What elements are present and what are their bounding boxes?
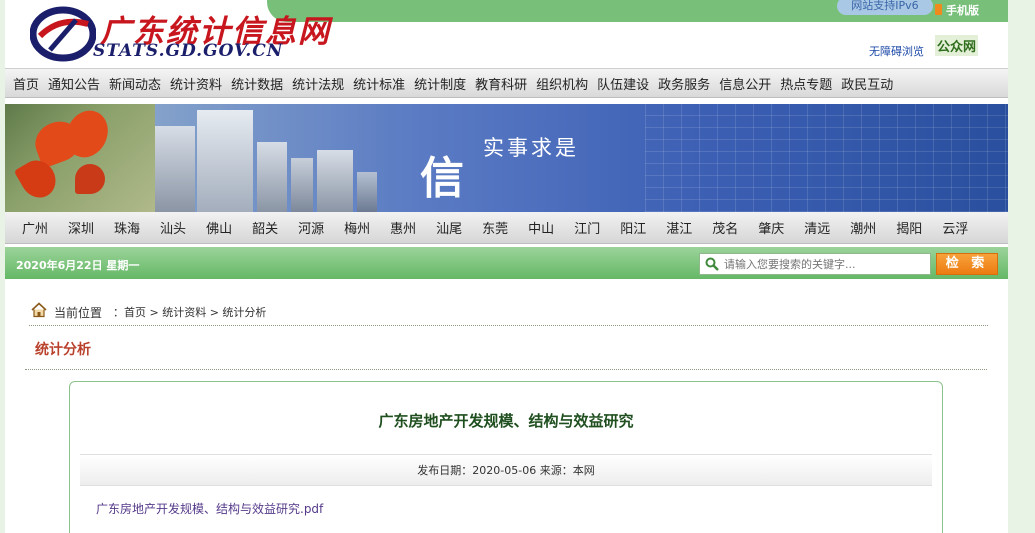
- nav-item[interactable]: 统计资料: [170, 74, 222, 93]
- nav-item[interactable]: 统计标准: [353, 74, 405, 93]
- city-link[interactable]: 广州: [22, 218, 48, 237]
- nav-item[interactable]: 首页: [13, 74, 39, 93]
- date-search-bar: 2020年6月22日 星期一 检 索: [5, 247, 1008, 279]
- home-icon: [31, 302, 47, 318]
- search-input[interactable]: [724, 256, 924, 272]
- nav-item[interactable]: 教育科研: [475, 74, 527, 93]
- nav-item[interactable]: 统计数据: [231, 74, 283, 93]
- nav-item[interactable]: 队伍建设: [597, 74, 649, 93]
- divider: [25, 369, 987, 370]
- city-link[interactable]: 清远: [804, 218, 830, 237]
- nav-item[interactable]: 新闻动态: [109, 74, 161, 93]
- city-link[interactable]: 云浮: [942, 218, 968, 237]
- breadcrumb-prefix: 当前位置: [54, 306, 103, 320]
- nav-item[interactable]: 通知公告: [48, 74, 100, 93]
- banner-character: 信: [420, 153, 464, 204]
- building-image: [257, 142, 287, 212]
- page: 广东统计信息网 STATS.GD.GOV.CN 网站支持IPv6 手机版 无障碍…: [5, 0, 1008, 533]
- nav-item[interactable]: 统计法规: [292, 74, 344, 93]
- city-nav: 广州 深圳 珠海 汕头 佛山 韶关 河源 梅州 惠州 汕尾 东莞 中山 江门 阳…: [5, 212, 1008, 244]
- city-link[interactable]: 阳江: [620, 218, 646, 237]
- city-link[interactable]: 湛江: [666, 218, 692, 237]
- kapok-flower-image: [5, 104, 155, 212]
- logo-text-en[interactable]: STATS.GD.GOV.CN: [93, 41, 283, 61]
- city-link[interactable]: 河源: [298, 218, 324, 237]
- city-link[interactable]: 深圳: [68, 218, 94, 237]
- city-link[interactable]: 潮州: [850, 218, 876, 237]
- city-link[interactable]: 梅州: [344, 218, 370, 237]
- phone-icon: [935, 4, 942, 15]
- city-link[interactable]: 肇庆: [758, 218, 784, 237]
- banner: 信 实事求是: [5, 104, 1008, 212]
- city-link[interactable]: 茂名: [712, 218, 738, 237]
- search-icon: [705, 257, 719, 271]
- building-image: [155, 126, 195, 212]
- section-title: 统计分析: [35, 342, 91, 358]
- city-link[interactable]: 韶关: [252, 218, 278, 237]
- breadcrumb-path[interactable]: ：首页 > 统计资料 > 统计分析: [113, 304, 266, 320]
- article-title: 广东房地产开发规模、结构与效益研究: [378, 412, 634, 430]
- nav-item[interactable]: 政民互动: [841, 74, 893, 93]
- building-image: [291, 158, 313, 212]
- building-image: [197, 110, 253, 212]
- nav-item[interactable]: 政务服务: [658, 74, 710, 93]
- city-link[interactable]: 汕头: [160, 218, 186, 237]
- building-image: [357, 172, 377, 212]
- accessibility-link[interactable]: 无障碍浏览: [869, 43, 924, 59]
- main-nav: 首页 通知公告 新闻动态 统计资料 统计数据 统计法规 统计标准 统计制度 教育…: [5, 68, 1008, 98]
- city-link[interactable]: 惠州: [390, 218, 416, 237]
- city-link[interactable]: 中山: [528, 218, 554, 237]
- nav-item[interactable]: 统计制度: [414, 74, 466, 93]
- logo-icon[interactable]: [30, 6, 96, 62]
- building-image: [317, 150, 353, 212]
- header: 广东统计信息网 STATS.GD.GOV.CN 网站支持IPv6 手机版 无障碍…: [5, 0, 1008, 68]
- article-panel: 广东房地产开发规模、结构与效益研究 发布日期：2020-05-06 来源：本网 …: [69, 381, 943, 533]
- city-link[interactable]: 东莞: [482, 218, 508, 237]
- nav-item[interactable]: 组织机构: [536, 74, 588, 93]
- public-network-link[interactable]: 公众网: [935, 35, 979, 56]
- flower-petal: [75, 164, 105, 194]
- data-grid-graphic: [645, 104, 1008, 212]
- ipv6-badge: 网站支持IPv6: [837, 0, 933, 15]
- search-box: [699, 253, 931, 275]
- banner-slogan: 实事求是: [483, 136, 579, 160]
- mobile-version-label: 手机版: [946, 4, 979, 17]
- mobile-version-link[interactable]: 手机版: [935, 2, 979, 18]
- article-meta: 发布日期：2020-05-06 来源：本网: [80, 454, 932, 486]
- city-link[interactable]: 珠海: [114, 218, 140, 237]
- city-link[interactable]: 汕尾: [436, 218, 462, 237]
- current-date: 2020年6月22日 星期一: [16, 259, 140, 272]
- nav-item[interactable]: 信息公开: [719, 74, 771, 93]
- city-link[interactable]: 揭阳: [896, 218, 922, 237]
- breadcrumb: 当前位置 ：首页 > 统计资料 > 统计分析: [29, 302, 988, 326]
- attachment-link[interactable]: 广东房地产开发规模、结构与效益研究.pdf: [96, 500, 323, 517]
- content-area: 当前位置 ：首页 > 统计资料 > 统计分析 统计分析 广东房地产开发规模、结构…: [5, 287, 1008, 533]
- nav-item[interactable]: 热点专题: [780, 74, 832, 93]
- search-button[interactable]: 检 索: [936, 253, 998, 275]
- city-link[interactable]: 江门: [574, 218, 600, 237]
- city-link[interactable]: 佛山: [206, 218, 232, 237]
